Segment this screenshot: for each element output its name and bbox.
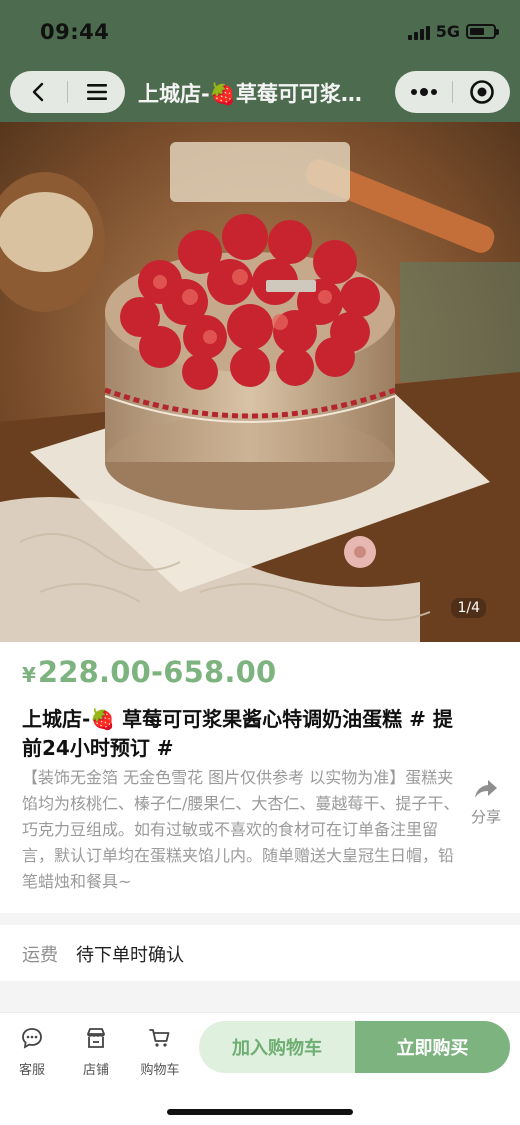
menu-button[interactable] <box>68 71 125 113</box>
network-type: 5G <box>435 22 460 41</box>
chat-bubble-icon <box>22 1028 42 1049</box>
store-label: 店铺 <box>82 1063 109 1078</box>
customer-service-button[interactable]: 客服 <box>7 1027 57 1078</box>
status-icons: 5G <box>407 22 499 41</box>
cake-photo <box>0 122 520 642</box>
add-to-cart-button[interactable]: 加入购物车 <box>199 1021 355 1073</box>
nav-capsule <box>10 71 125 113</box>
close-mini-program-button[interactable] <box>453 71 510 113</box>
status-time: 09:44 <box>40 20 110 44</box>
mini-program-capsule <box>395 71 510 113</box>
cart-button[interactable]: 购物车 <box>135 1027 185 1078</box>
price: ¥ 228.00-658.00 <box>22 655 276 689</box>
share-button[interactable]: 分享 <box>468 778 504 827</box>
chevron-left-icon <box>32 82 43 102</box>
price-range: 228.00-658.00 <box>37 655 277 689</box>
service-label: 客服 <box>18 1063 45 1078</box>
section-divider <box>0 981 520 1012</box>
share-arrow-icon <box>475 780 497 798</box>
store-icon <box>87 1028 105 1048</box>
store-button[interactable]: 店铺 <box>71 1027 121 1078</box>
buy-now-button[interactable]: 立即购买 <box>355 1021 510 1073</box>
share-label: 分享 <box>470 808 501 826</box>
target-circle-icon <box>469 80 494 104</box>
image-counter: 1/4 <box>451 598 486 618</box>
more-button[interactable] <box>395 71 452 113</box>
battery-icon <box>466 24 499 39</box>
more-dots-icon <box>410 88 437 96</box>
section-divider <box>0 913 520 925</box>
shipping-value: 待下单时确认 <box>76 945 184 966</box>
product-image-carousel[interactable]: 1/4 <box>0 122 520 642</box>
shipping-row: 运费 待下单时确认 <box>0 925 520 981</box>
page-title: 上城店-🍓草莓可可浆… <box>138 82 362 106</box>
cart-label: 购物车 <box>140 1063 180 1078</box>
back-button[interactable] <box>10 71 67 113</box>
product-title: 上城店-🍓 草莓可可浆果酱心特调奶油蛋糕 # 提前24小时预订 # <box>22 707 453 760</box>
home-indicator <box>167 1109 353 1115</box>
shipping-label: 运费 <box>22 945 58 966</box>
bottom-action-bar: 客服 店铺 购物车 加入购物车 立即购买 <box>0 1012 520 1125</box>
top-bar: 09:44 5G 上城店-🍓草莓可可浆… <box>0 0 520 122</box>
product-description: 【装饰无金箔 无金色雪花 图片仅供参考 以实物为准】蛋糕夹馅均为核桃仁、榛子仁/… <box>22 768 460 891</box>
signal-icon <box>407 24 430 40</box>
shopping-cart-icon <box>149 1029 170 1047</box>
currency-symbol: ¥ <box>22 663 36 687</box>
list-menu-icon <box>86 84 107 100</box>
